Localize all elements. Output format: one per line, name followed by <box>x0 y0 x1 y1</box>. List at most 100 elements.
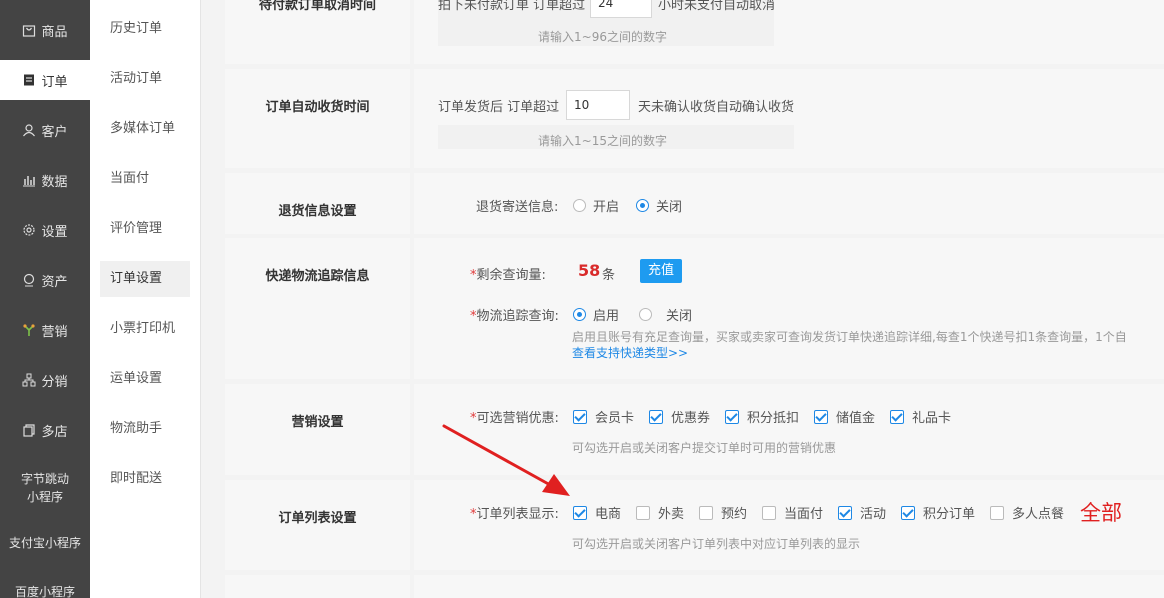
return-radio-on[interactable]: 开启 <box>573 196 619 215</box>
nav-item-assets[interactable]: 资产 <box>0 260 90 300</box>
chart-icon <box>23 176 36 187</box>
track-radio-off[interactable]: 关闭 <box>639 305 692 324</box>
row-label: 退货信息设置 <box>225 173 410 234</box>
nav-item-customers[interactable]: 客户 <box>0 110 90 150</box>
nav-item-distribution[interactable]: 分销 <box>0 360 90 400</box>
subnav-item-instant[interactable]: 即时配送 <box>100 461 190 497</box>
recharge-button[interactable]: 充值 <box>640 259 683 283</box>
marketing-option-giftcard[interactable]: 礼品卡 <box>890 407 951 426</box>
marketing-option-points[interactable]: 积分抵扣 <box>725 407 799 426</box>
orderlist-option-takeout[interactable]: 外卖 <box>636 503 684 522</box>
remain-value: 58 <box>578 261 601 280</box>
radio-dot <box>636 199 649 212</box>
nav-label: 订单 <box>41 74 68 90</box>
row-cancel-time: 待付款订单取消时间 拍下未付款订单 订单超过 小时未支付自动取消 请输入1~96… <box>225 0 1164 64</box>
row-label: 订单自动收货时间 <box>225 69 410 168</box>
checkbox-label: 积分订单 <box>923 507 976 522</box>
subnav-item-order-settings[interactable]: 订单设置 <box>100 261 190 297</box>
marketing-option-storedvalue[interactable]: 储值金 <box>814 407 875 426</box>
sub-nav: 历史订单 活动订单 多媒体订单 当面付 评价管理 订单设置 小票打印机 运单设置… <box>90 0 200 598</box>
marketing-hint: 可勾选开启或关闭客户提交订单时可用的营销优惠 <box>572 441 837 455</box>
checkbox-label: 预约 <box>721 507 748 522</box>
nav-label: 字节跳动 小程序 <box>20 472 69 504</box>
checkbox <box>890 409 904 424</box>
receive-prefix: 订单发货后 订单超过 <box>438 100 560 115</box>
remain-label-text: 剩余查询量: <box>476 268 546 283</box>
nav-label: 营销 <box>41 324 68 340</box>
row-auto-receive: 订单自动收货时间 订单发货后 订单超过 天未确认收货自动确认收货 请输入1~15… <box>225 69 1164 168</box>
return-radio-off[interactable]: 关闭 <box>636 196 682 215</box>
orderlist-option-facepay[interactable]: 当面付 <box>762 503 823 522</box>
nav-item-settings[interactable]: 设置 <box>0 210 90 250</box>
annotation-all: 全部 <box>1080 501 1122 525</box>
marketing-option-membercard[interactable]: 会员卡 <box>573 407 634 426</box>
subnav-item-waybill[interactable]: 运单设置 <box>100 361 190 397</box>
checkbox-label: 礼品卡 <box>912 411 952 426</box>
orderlist-option-group[interactable]: 多人点餐 <box>990 503 1064 522</box>
orderlist-option-booking[interactable]: 预约 <box>699 503 747 522</box>
subnav-item-reviews[interactable]: 评价管理 <box>100 211 190 247</box>
nav-label: 设置 <box>41 224 68 240</box>
nav-item-bytedance[interactable]: 字节跳动 小程序 <box>0 464 90 512</box>
nav-item-alipay[interactable]: 支付宝小程序 <box>0 522 90 562</box>
express-types-link[interactable]: 查看支持快递类型>> <box>572 344 688 361</box>
cancel-hours-input[interactable] <box>590 0 652 18</box>
orderlist-option-activity[interactable]: 活动 <box>838 503 886 522</box>
radio-dot <box>573 308 586 321</box>
marketing-option-coupon[interactable]: 优惠券 <box>649 407 710 426</box>
row-label: 营销设置 <box>225 384 410 475</box>
track-label-text: 物流追踪查询: <box>476 309 559 324</box>
nav-label: 多店 <box>41 424 68 440</box>
track-radio-on[interactable]: 启用 <box>573 305 619 324</box>
store-icon <box>23 424 36 437</box>
radio-dot <box>639 308 652 321</box>
subnav-item-facepay[interactable]: 当面付 <box>100 161 190 197</box>
nav-item-data[interactable]: 数据 <box>0 160 90 200</box>
row-body: 拍下未付款订单 订单超过 小时未支付自动取消 请输入1~96之间的数字 <box>414 0 1164 64</box>
checkbox <box>814 409 828 424</box>
nav-item-baidu[interactable]: 百度小程序 <box>0 576 90 598</box>
gear-icon <box>23 224 36 236</box>
user-icon <box>23 124 36 137</box>
row-next <box>225 575 1164 598</box>
subnav-item-activity[interactable]: 活动订单 <box>100 61 190 97</box>
receive-hint: 请输入1~15之间的数字 <box>538 134 667 148</box>
order-icon <box>24 74 35 86</box>
checkbox <box>636 505 650 520</box>
bag-icon <box>23 25 36 37</box>
checkbox-label: 储值金 <box>836 411 876 426</box>
row-body: 退货寄送信息: 开启 关闭 <box>414 173 1164 234</box>
remain-unit: 条 <box>602 268 616 283</box>
subnav-item-logistics[interactable]: 物流助手 <box>100 411 190 447</box>
checkbox <box>838 505 852 520</box>
coin-icon <box>24 273 35 287</box>
subnav-item-printer[interactable]: 小票打印机 <box>100 311 190 347</box>
checkbox <box>990 505 1004 520</box>
orderlist-option-ecommerce[interactable]: 电商 <box>573 503 621 522</box>
orderlist-option-points[interactable]: 积分订单 <box>901 503 975 522</box>
row-order-list: 订单列表设置 *订单列表显示: 电商 外卖 预约 当面付 活动 积分订单 多人点… <box>225 480 1164 570</box>
nav-item-multistore[interactable]: 多店 <box>0 410 90 450</box>
scroll-gutter <box>200 0 212 598</box>
subnav-item-history[interactable]: 历史订单 <box>100 11 190 47</box>
cancel-hint: 请输入1~96之间的数字 <box>538 30 667 44</box>
radio-label: 开启 <box>593 200 620 215</box>
nav-label: 百度小程序 <box>14 584 75 598</box>
nav-item-goods[interactable]: 商品 <box>0 10 90 50</box>
nav-label: 数据 <box>41 174 68 190</box>
checkbox-label: 积分抵扣 <box>747 411 800 426</box>
row-return-info: 退货信息设置 退货寄送信息: 开启 关闭 <box>225 173 1164 234</box>
checkbox-label: 活动 <box>860 507 887 522</box>
subnav-item-media[interactable]: 多媒体订单 <box>100 111 190 147</box>
row-body <box>414 575 1164 598</box>
receive-days-input[interactable] <box>566 90 630 120</box>
row-body: 订单发货后 订单超过 天未确认收货自动确认收货 请输入1~15之间的数字 <box>414 69 1164 168</box>
checkbox <box>699 505 713 520</box>
main-nav: 商品 订单 客户 数据 设置 资产 营销 分销 多店 字节跳动 小程序 支付宝小… <box>0 0 90 598</box>
checkbox <box>762 505 776 520</box>
orderlist-field-label: *订单列表显示: <box>470 507 559 522</box>
checkbox-label: 会员卡 <box>595 411 635 426</box>
nav-item-marketing[interactable]: 营销 <box>0 310 90 350</box>
radio-dot <box>573 199 586 212</box>
nav-item-orders[interactable]: 订单 <box>0 60 90 100</box>
